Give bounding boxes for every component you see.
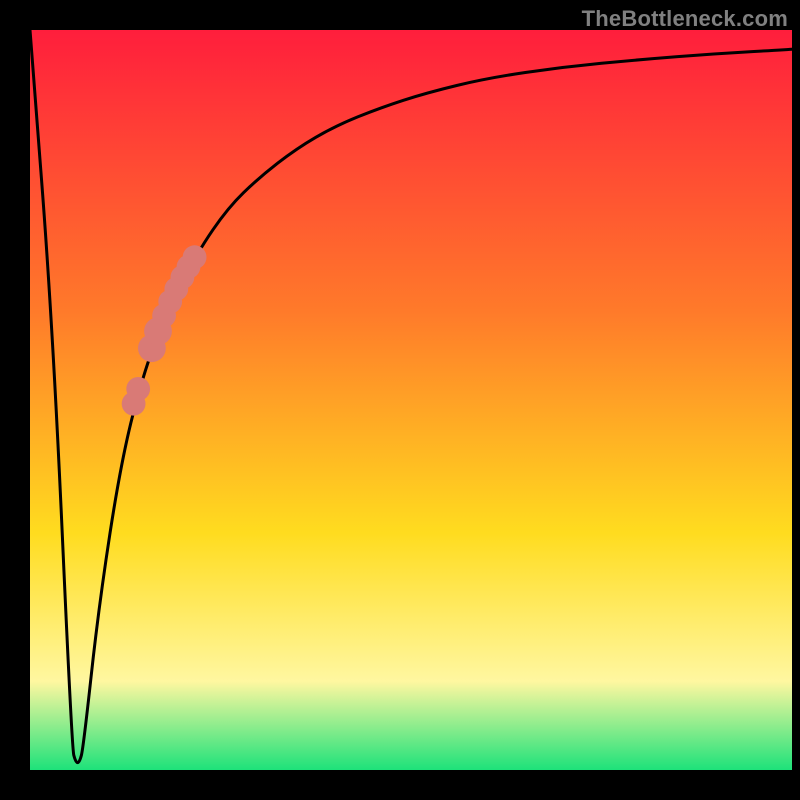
curve-marker bbox=[122, 392, 146, 416]
bottleneck-chart bbox=[30, 30, 792, 770]
curve-marker bbox=[183, 245, 207, 269]
watermark-text: TheBottleneck.com bbox=[582, 6, 788, 32]
chart-frame: TheBottleneck.com bbox=[0, 0, 800, 800]
plot-area bbox=[30, 30, 792, 770]
